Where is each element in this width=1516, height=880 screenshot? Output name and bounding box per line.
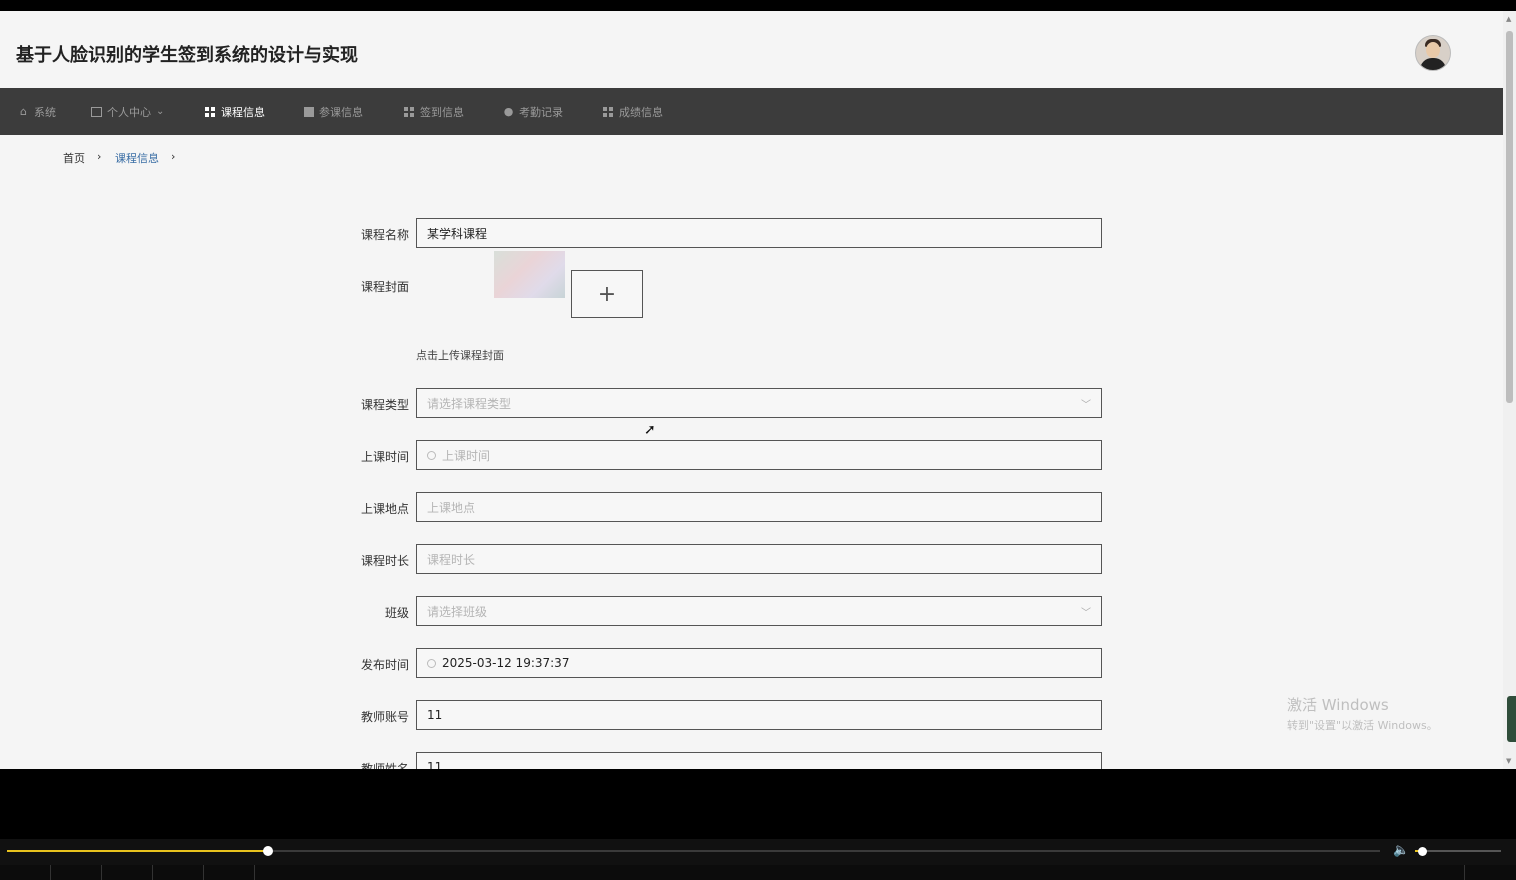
taskbar-strip xyxy=(0,865,1516,880)
location-placeholder: 上课地点 xyxy=(427,500,476,515)
nav-label: 系统 xyxy=(34,105,56,119)
publish-time-picker[interactable]: 2025-03-12 19:37:37 xyxy=(416,648,1102,678)
teacher-name-input[interactable]: 11 xyxy=(416,752,1102,769)
nav-item-personal-center[interactable]: 个人中心 ⌄ xyxy=(91,88,164,135)
duration-label: 课程时长 xyxy=(360,554,409,568)
location-label: 上课地点 xyxy=(360,502,409,516)
nav-item-attendance-course[interactable]: 参课信息 xyxy=(304,88,363,135)
calendar-icon xyxy=(91,106,102,117)
teacher-account-input[interactable]: 11 xyxy=(416,700,1102,730)
clock-icon xyxy=(427,450,436,460)
nav-label: 成绩信息 xyxy=(619,105,663,119)
class-time-placeholder: 上课时间 xyxy=(442,448,491,463)
nav-item-system[interactable]: ⌂ 系统 xyxy=(18,88,56,135)
nav-item-grades[interactable]: 成绩信息 xyxy=(603,88,663,135)
teacher-name-value: 11 xyxy=(427,760,443,769)
volume-icon[interactable]: 🔈 xyxy=(1393,843,1409,858)
breadcrumb-separator: › xyxy=(97,150,102,163)
grid-icon xyxy=(603,106,613,117)
page-scrollbar[interactable]: ▲ ▼ xyxy=(1503,11,1516,769)
windows-activation-watermark: 激活 Windows 转到"设置"以激活 Windows。 xyxy=(1287,694,1438,733)
chevron-down-icon: ⌄ xyxy=(156,106,165,117)
cover-image-thumbnail[interactable] xyxy=(494,251,565,298)
course-name-value: 某学科课程 xyxy=(427,226,488,241)
top-navbar: ⌂ 系统 个人中心 ⌄ 课程信息 参课信息 签到信息 ● 考勤记录 成绩信息 xyxy=(0,88,1503,135)
nav-label: 参课信息 xyxy=(319,105,363,119)
breadcrumb-home[interactable]: 首页 xyxy=(63,150,85,166)
class-time-picker[interactable]: 上课时间 xyxy=(416,440,1102,470)
nav-label: 课程信息 xyxy=(221,105,265,119)
home-icon: ⌂ xyxy=(20,105,27,118)
publish-time-label: 发布时间 xyxy=(360,658,409,672)
duration-placeholder: 课程时长 xyxy=(427,552,476,567)
user-icon: ● xyxy=(503,105,514,118)
checkbox-icon xyxy=(304,106,314,117)
plus-icon: + xyxy=(597,281,617,307)
app-header: 基于人脸识别的学生签到系统的设计与实现 xyxy=(0,11,1503,88)
volume-track[interactable] xyxy=(1415,850,1501,852)
publish-time-value: 2025-03-12 19:37:37 xyxy=(442,656,570,670)
watermark-line2: 转到"设置"以激活 Windows。 xyxy=(1287,719,1438,732)
clock-icon xyxy=(427,658,436,668)
nav-label: 签到信息 xyxy=(420,105,464,119)
mouse-cursor: ➚ xyxy=(644,422,656,438)
progress-fill xyxy=(7,850,268,852)
breadcrumb-current[interactable]: 课程信息 xyxy=(115,150,159,166)
breadcrumb-separator: › xyxy=(171,150,176,163)
nav-item-course-info[interactable]: 课程信息 xyxy=(205,88,265,135)
duration-input[interactable]: 课程时长 xyxy=(416,544,1102,574)
class-select[interactable]: 请选择班级 ﹀ xyxy=(416,596,1102,626)
progress-handle[interactable] xyxy=(263,846,273,856)
page-title: 基于人脸识别的学生签到系统的设计与实现 xyxy=(16,45,358,66)
scroll-up-arrow-icon[interactable]: ▲ xyxy=(1506,15,1511,23)
upload-hint: 点击上传课程封面 xyxy=(416,349,504,362)
side-drawer-tab[interactable] xyxy=(1507,696,1516,742)
browser-viewport: 基于人脸识别的学生签到系统的设计与实现 ⌂ 系统 个人中心 ⌄ 课程信息 参课信… xyxy=(0,11,1516,769)
teacher-name-label: 教师姓名 xyxy=(360,762,409,769)
watermark-line1: 激活 Windows xyxy=(1287,696,1389,714)
grid-icon xyxy=(205,106,215,117)
nav-label: 考勤记录 xyxy=(519,105,563,119)
class-time-label: 上课时间 xyxy=(360,450,409,464)
course-name-label: 课程名称 xyxy=(360,228,409,242)
cover-label: 课程封面 xyxy=(360,280,409,294)
scrollbar-thumb[interactable] xyxy=(1506,31,1513,403)
course-type-label: 课程类型 xyxy=(360,398,409,412)
course-type-placeholder: 请选择课程类型 xyxy=(427,396,512,411)
nav-label: 个人中心 xyxy=(107,105,151,119)
user-avatar[interactable] xyxy=(1415,35,1451,71)
course-name-input[interactable]: 某学科课程 xyxy=(416,218,1102,248)
location-input[interactable]: 上课地点 xyxy=(416,492,1102,522)
nav-item-checkin-info[interactable]: 签到信息 xyxy=(404,88,464,135)
course-type-select[interactable]: 请选择课程类型 ﹀ xyxy=(416,388,1102,418)
nav-item-attendance-record[interactable]: ● 考勤记录 xyxy=(503,88,563,135)
upload-cover-button[interactable]: + xyxy=(571,270,643,318)
class-label: 班级 xyxy=(384,606,409,620)
teacher-account-value: 11 xyxy=(427,708,443,722)
chevron-down-icon: ﹀ xyxy=(1081,608,1091,619)
volume-handle[interactable] xyxy=(1418,847,1427,856)
scroll-down-arrow-icon[interactable]: ▼ xyxy=(1506,757,1511,765)
teacher-account-label: 教师账号 xyxy=(360,710,409,724)
grid-icon xyxy=(404,106,414,117)
class-placeholder: 请选择班级 xyxy=(427,604,488,619)
chevron-down-icon: ﹀ xyxy=(1081,400,1091,411)
